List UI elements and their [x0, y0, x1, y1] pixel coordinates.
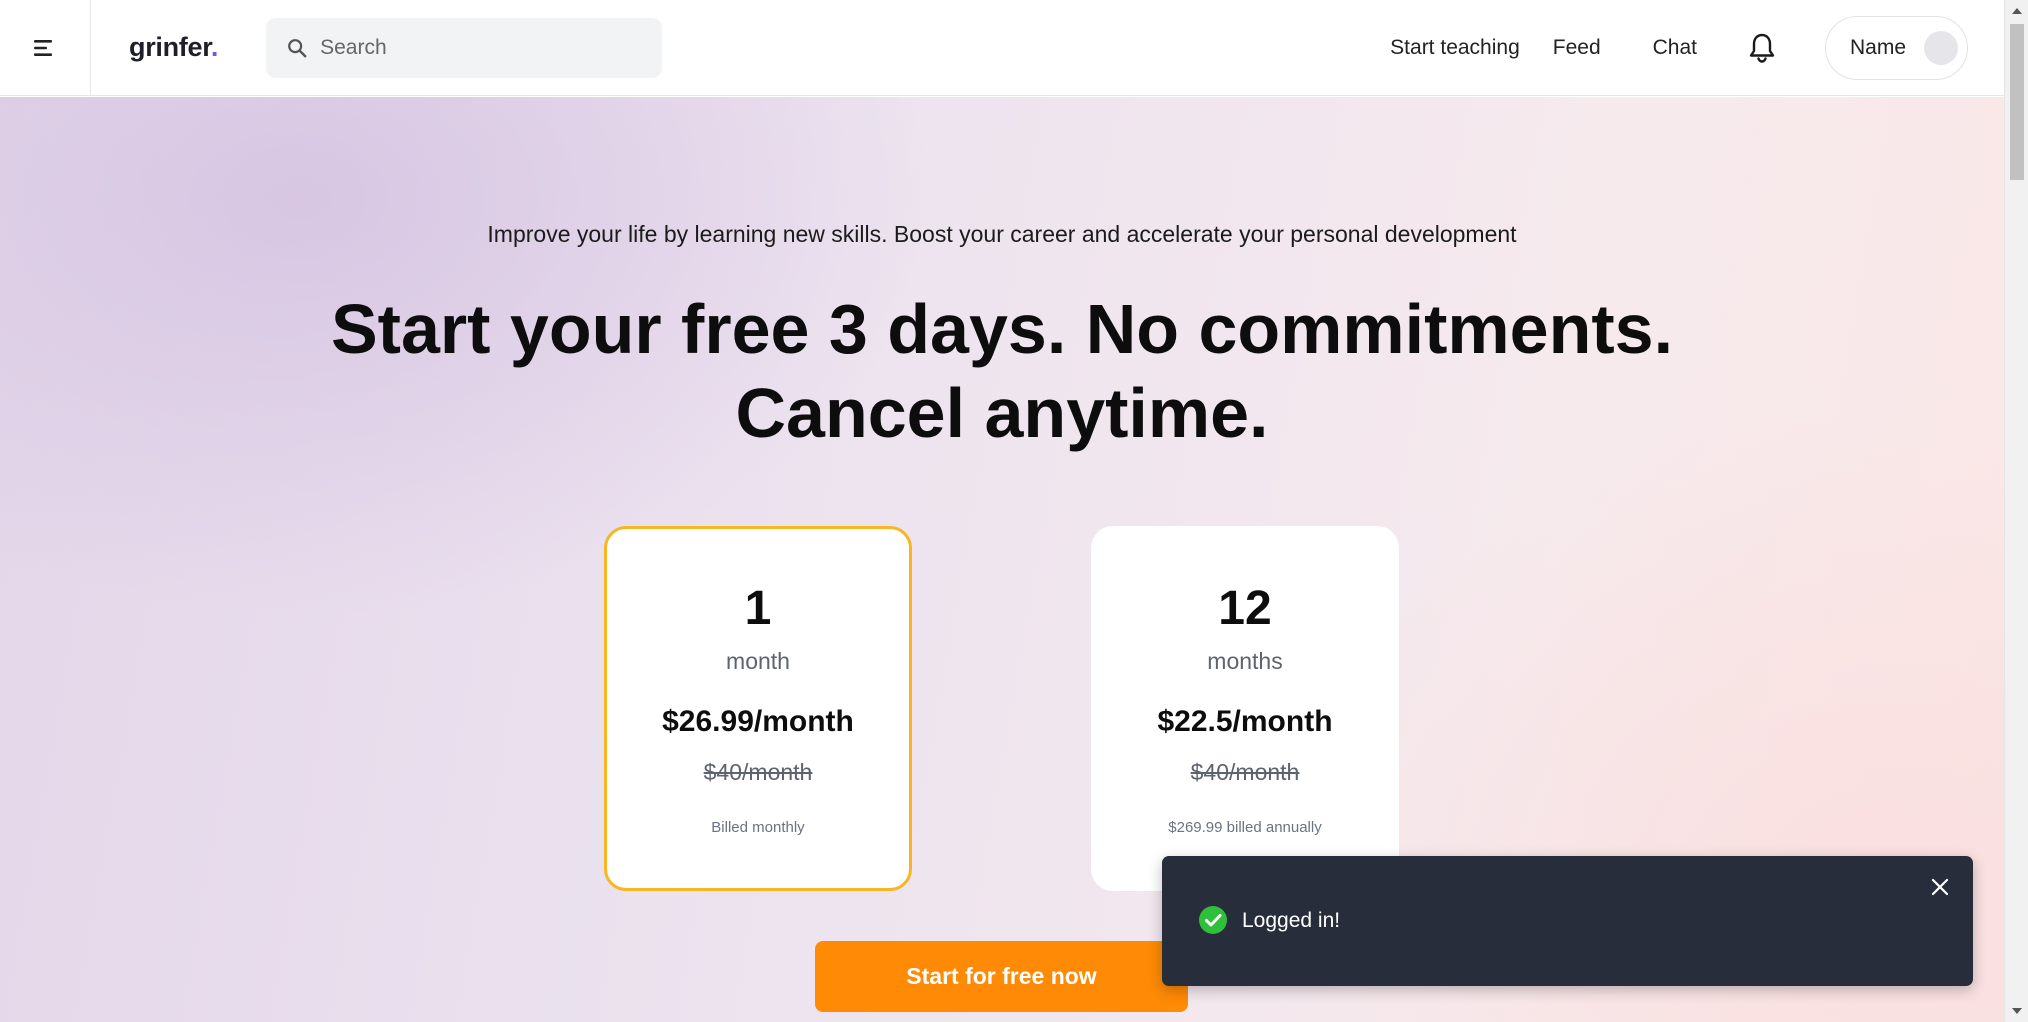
plan-billing-note: $269.99 billed annually: [1168, 819, 1322, 836]
plan-card-annual[interactable]: 12 months $22.5/month $40/month $269.99 …: [1091, 526, 1399, 891]
plan-card-monthly[interactable]: 1 month $26.99/month $40/month Billed mo…: [604, 526, 912, 891]
profile-menu-button[interactable]: Name: [1825, 15, 1968, 80]
plan-duration-number: 1: [744, 582, 772, 635]
close-icon: [1931, 878, 1949, 896]
grinfer-logo[interactable]: grinfer.: [129, 32, 218, 63]
plan-duration-number: 12: [1218, 582, 1272, 635]
search-bar[interactable]: [266, 17, 663, 78]
plan-duration-unit: months: [1207, 648, 1283, 674]
headline-line-1: Start your free 3 days. No commitments.: [330, 290, 1674, 368]
toast-close-button[interactable]: [1925, 872, 1955, 902]
search-icon: [288, 38, 307, 57]
hamburger-icon: [34, 39, 52, 56]
notifications-button[interactable]: [1747, 32, 1777, 64]
logo-text: grinfer: [129, 32, 211, 62]
hero-headline: Start your free 3 days. No commitments. …: [0, 287, 2004, 455]
profile-name: Name: [1850, 35, 1907, 59]
top-navbar: grinfer. Start teaching Feed Chat Name: [0, 0, 2004, 96]
plan-old-price: $40/month: [1190, 759, 1300, 785]
nav-chat[interactable]: Chat: [1653, 36, 1697, 60]
plan-billing-note: Billed monthly: [711, 819, 805, 836]
scrollbar-thumb[interactable]: [2010, 24, 2024, 180]
headline-line-2: Cancel anytime.: [735, 374, 1269, 452]
scroll-down-arrow-icon[interactable]: [2012, 1008, 2022, 1014]
start-free-button[interactable]: Start for free now: [815, 941, 1188, 1012]
avatar: [1924, 30, 1959, 65]
hamburger-menu-button[interactable]: [0, 0, 91, 96]
toast-message: Logged in!: [1242, 909, 1341, 932]
scroll-up-arrow-icon[interactable]: [2012, 8, 2022, 14]
plan-duration-unit: month: [726, 648, 790, 674]
search-input[interactable]: [320, 35, 641, 60]
nav-feed[interactable]: Feed: [1553, 36, 1601, 60]
plan-price: $22.5/month: [1157, 705, 1333, 738]
login-toast: Logged in!: [1162, 856, 1973, 986]
hero-subtitle: Improve your life by learning new skills…: [487, 221, 1517, 247]
check-circle-icon: [1199, 906, 1227, 934]
plan-old-price: $40/month: [703, 759, 813, 785]
nav-right: Start teaching Feed Chat Name: [1390, 15, 1968, 80]
page-scrollbar[interactable]: [2004, 0, 2028, 1022]
logo-dot: .: [210, 32, 219, 62]
bell-icon: [1749, 33, 1775, 63]
nav-start-teaching[interactable]: Start teaching: [1390, 36, 1520, 60]
plan-price: $26.99/month: [662, 705, 854, 738]
